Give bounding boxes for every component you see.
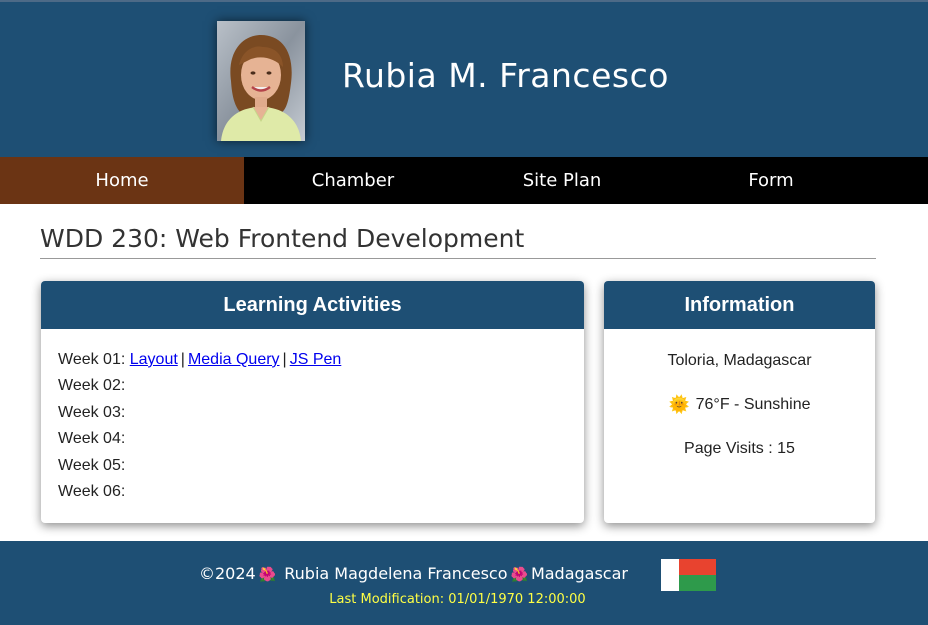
information-card: Information Toloria, Madagascar 🌞 76°F - … bbox=[604, 281, 875, 523]
learning-activities-card: Learning Activities Week 01: Layout | Medi… bbox=[41, 281, 584, 523]
footer-full-name: Rubia Magdelena Francesco bbox=[284, 564, 508, 583]
information-title: Information bbox=[604, 281, 875, 329]
media-query-link[interactable]: Media Query bbox=[188, 351, 280, 368]
week-label: Week 02: bbox=[58, 377, 126, 395]
nav-site-plan-label: Site Plan bbox=[522, 170, 602, 191]
nav-home-label: Home bbox=[95, 170, 149, 191]
week-label: Week 03: bbox=[58, 403, 126, 421]
nav-form[interactable]: Form bbox=[662, 157, 880, 204]
week-item: Week 02: bbox=[58, 375, 584, 401]
sun-icon: 🌞 bbox=[668, 395, 690, 414]
main-nav: Home Chamber Site Plan Form bbox=[0, 157, 928, 204]
site-header: Rubia M. Francesco bbox=[0, 2, 928, 157]
location-text: Toloria, Madagascar bbox=[667, 352, 812, 369]
week-label: Week 04: bbox=[58, 430, 126, 448]
week-item: Week 06: bbox=[58, 481, 584, 507]
week-label: Week 06: bbox=[58, 482, 126, 500]
week-item: Week 03: bbox=[58, 402, 584, 428]
nav-chamber[interactable]: Chamber bbox=[244, 157, 462, 204]
last-modification-text: Last Modification: 01/01/1970 12:00:00 bbox=[329, 592, 586, 607]
site-title: Rubia M. Francesco bbox=[342, 56, 669, 95]
information-body: Toloria, Madagascar 🌞 76°F - Sunshine Pag… bbox=[604, 329, 875, 460]
nav-site-plan[interactable]: Site Plan bbox=[462, 157, 662, 204]
footer-copyright-line: ©2024 🌺 Rubia Magdelena Francesco 🌺 Madagas… bbox=[199, 564, 628, 583]
week-item: Week 01: Layout | Media Query | JS Pen bbox=[58, 349, 584, 375]
week-list: Week 01: Layout | Media Query | JS Pen Week … bbox=[41, 329, 584, 507]
page-title: WDD 230: Web Frontend Development bbox=[40, 224, 876, 259]
week-label: Week 01: bbox=[58, 351, 126, 368]
flower-icon: 🌺 bbox=[258, 567, 277, 583]
js-pen-link[interactable]: JS Pen bbox=[290, 351, 342, 368]
link-separator: | bbox=[180, 351, 185, 368]
nav-home[interactable]: Home bbox=[0, 157, 244, 204]
weather-line: 🌞 76°F - Sunshine bbox=[604, 394, 875, 416]
link-separator: | bbox=[282, 351, 287, 368]
week-label: Week 05: bbox=[58, 456, 126, 474]
profile-photo bbox=[217, 21, 305, 141]
layout-link[interactable]: Layout bbox=[130, 351, 178, 368]
weather-text: 76°F - Sunshine bbox=[695, 396, 811, 413]
week-item: Week 04: bbox=[58, 428, 584, 454]
footer-country: Madagascar bbox=[530, 564, 628, 583]
flower-icon: 🌺 bbox=[510, 567, 528, 583]
learning-activities-title: Learning Activities bbox=[41, 281, 584, 329]
week-item: Week 05: bbox=[58, 455, 584, 481]
nav-chamber-label: Chamber bbox=[311, 170, 395, 191]
madagascar-flag-icon bbox=[661, 559, 716, 591]
copyright-text: ©2024 bbox=[199, 564, 256, 583]
site-footer: ©2024 🌺 Rubia Magdelena Francesco 🌺 Madagas… bbox=[0, 541, 928, 625]
nav-form-label: Form bbox=[748, 170, 794, 191]
page-visits-text: Page Visits : 15 bbox=[684, 440, 795, 457]
